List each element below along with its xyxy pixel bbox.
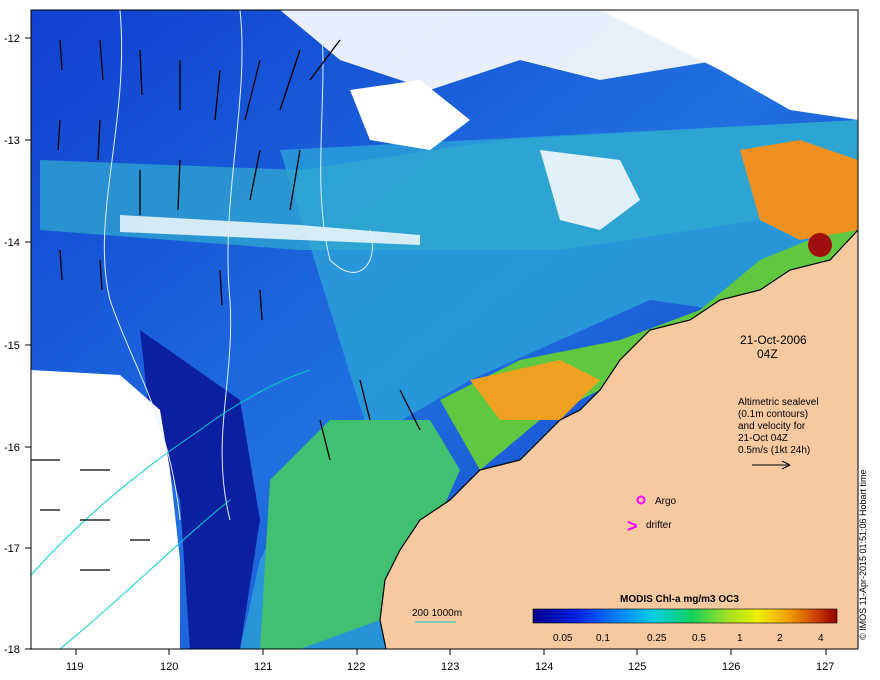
colorbar-tick-2: 2 [777,633,783,644]
desc-line-4: 21-Oct 04Z [738,433,788,444]
lon-tick-121: 121 [254,661,272,673]
lon-tick-127: 127 [816,661,834,673]
colorbar [532,608,838,624]
drifter-label: drifter [646,520,672,531]
lon-tick-125: 125 [628,661,646,673]
colorbar-tick-0.05: 0.05 [553,633,573,644]
isobath-label: 200 1000m [412,608,462,619]
colorbar-tick-0.1: 0.1 [596,633,610,644]
credit-label: © IMOS 11-Apr-2015 01:51:06 Hobart time [858,469,868,640]
lat-tick-13: -13 [4,135,20,147]
colorbar-tick-0.5: 0.5 [692,633,706,644]
lat-tick-18: -18 [4,644,20,656]
drifter-marker: > [627,516,638,536]
lat-tick-16: -16 [4,442,20,454]
lat-tick-12: -12 [4,33,20,45]
map-field [31,10,858,649]
lon-tick-126: 126 [722,661,740,673]
lon-tick-123: 123 [441,661,459,673]
lon-tick-119: 119 [66,661,84,673]
date-label: 21-Oct-2006 [740,333,807,347]
lat-tick-14: -14 [4,237,20,249]
bloom-d [808,233,832,257]
lon-tick-120: 120 [160,661,178,673]
desc-line-2: (0.1m contours) [738,409,808,420]
desc-line-5: 0.5m/s (1kt 24h) [738,445,810,456]
colorbar-tick-0.25: 0.25 [647,633,667,644]
lat-tick-15: -15 [4,340,20,352]
lon-tick-122: 122 [347,661,365,673]
lat-tick-17: -17 [4,543,20,555]
colorbar-tick-4: 4 [818,633,824,644]
time-label: 04Z [757,347,778,361]
argo-label: Argo [655,496,677,507]
colorbar-title: MODIS Chl-a mg/m3 OC3 [620,594,739,605]
desc-line-3: and velocity for [738,421,806,432]
lon-tick-124: 124 [535,661,553,673]
chlorophyll-map: 119 120 121 122 123 124 125 126 127 -12 … [4,9,859,673]
desc-line-1: Altimetric sealevel [738,397,819,408]
colorbar-tick-1: 1 [737,633,743,644]
